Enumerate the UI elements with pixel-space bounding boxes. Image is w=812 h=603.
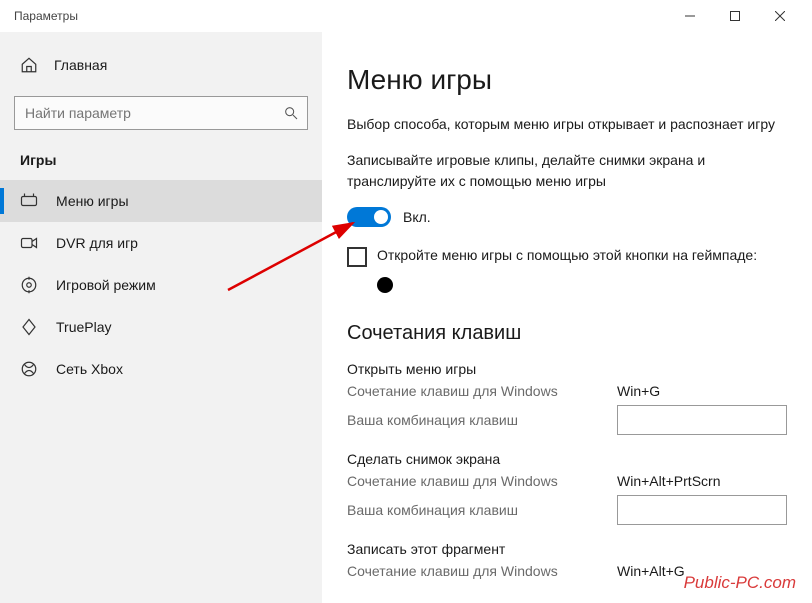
home-icon [20, 56, 38, 74]
shortcut-win-value: Win+Alt+PrtScrn [617, 473, 720, 489]
sidebar-item-label: Сеть Xbox [56, 361, 123, 377]
sidebar-item-label: DVR для игр [56, 235, 138, 251]
dvr-icon [20, 234, 38, 252]
sidebar-item-game-mode[interactable]: Игровой режим [0, 264, 322, 306]
sidebar-item-label: Игровой режим [56, 277, 156, 293]
sidebar-home[interactable]: Главная [0, 46, 322, 84]
shortcut-group-screenshot: Сделать снимок экрана Сочетание клавиш д… [347, 451, 792, 525]
minimize-button[interactable] [667, 1, 712, 31]
shortcut-win-value: Win+G [617, 383, 660, 399]
titlebar: Параметры [0, 0, 812, 32]
shortcut-win-label: Сочетание клавиш для Windows [347, 473, 617, 489]
shortcut-title: Записать этот фрагмент [347, 541, 792, 557]
sidebar-item-game-dvr[interactable]: DVR для игр [0, 222, 322, 264]
sidebar-item-trueplay[interactable]: TruePlay [0, 306, 322, 348]
gamepad-checkbox[interactable] [347, 247, 367, 267]
window-title: Параметры [10, 9, 78, 23]
sidebar-item-game-bar[interactable]: Меню игры [0, 180, 322, 222]
shortcut-win-label: Сочетание клавиш для Windows [347, 383, 617, 399]
shortcut-group-open: Открыть меню игры Сочетание клавиш для W… [347, 361, 792, 435]
shortcut-win-label: Сочетание клавиш для Windows [347, 563, 617, 579]
game-bar-toggle[interactable] [347, 207, 391, 227]
gamepad-checkbox-label: Откройте меню игры с помощью этой кнопки… [377, 247, 757, 263]
shortcut-user-label: Ваша комбинация клавиш [347, 502, 617, 518]
xbox-button-icon [377, 277, 393, 293]
shortcut-win-value: Win+Alt+G [617, 563, 685, 579]
gamepad-checkbox-row: Откройте меню игры с помощью этой кнопки… [347, 247, 787, 267]
shortcut-title: Открыть меню игры [347, 361, 792, 377]
xbox-icon [20, 360, 38, 378]
main-panel: Меню игры Выбор способа, которым меню иг… [322, 32, 812, 603]
search-box[interactable] [14, 96, 308, 130]
sidebar-item-xbox-network[interactable]: Сеть Xbox [0, 348, 322, 390]
shortcut-user-label: Ваша комбинация клавиш [347, 412, 617, 428]
shortcut-user-input[interactable] [617, 405, 787, 435]
trueplay-icon [20, 318, 38, 336]
shortcut-title: Сделать снимок экрана [347, 451, 792, 467]
shortcuts-heading: Сочетания клавиш [347, 322, 792, 345]
game-bar-toggle-row: Вкл. [347, 207, 792, 227]
sidebar-section-title: Игры [0, 142, 322, 180]
close-button[interactable] [757, 1, 802, 31]
game-bar-icon [20, 192, 38, 210]
game-bar-toggle-label: Вкл. [403, 209, 431, 225]
maximize-button[interactable] [712, 1, 757, 31]
sidebar: Главная Игры Меню игры DVR для игр И [0, 32, 322, 603]
sidebar-home-label: Главная [54, 57, 107, 73]
search-input[interactable] [25, 105, 283, 121]
shortcut-user-input[interactable] [617, 495, 787, 525]
sidebar-item-label: Меню игры [56, 193, 129, 209]
window-controls [667, 1, 802, 31]
page-title: Меню игры [347, 64, 792, 96]
watermark: Public-PC.com [684, 573, 796, 593]
sidebar-item-label: TruePlay [56, 319, 112, 335]
page-description-1: Выбор способа, которым меню игры открыва… [347, 114, 787, 134]
search-icon [283, 105, 299, 121]
game-mode-icon [20, 276, 38, 294]
page-description-2: Записывайте игровые клипы, делайте снимк… [347, 150, 787, 191]
